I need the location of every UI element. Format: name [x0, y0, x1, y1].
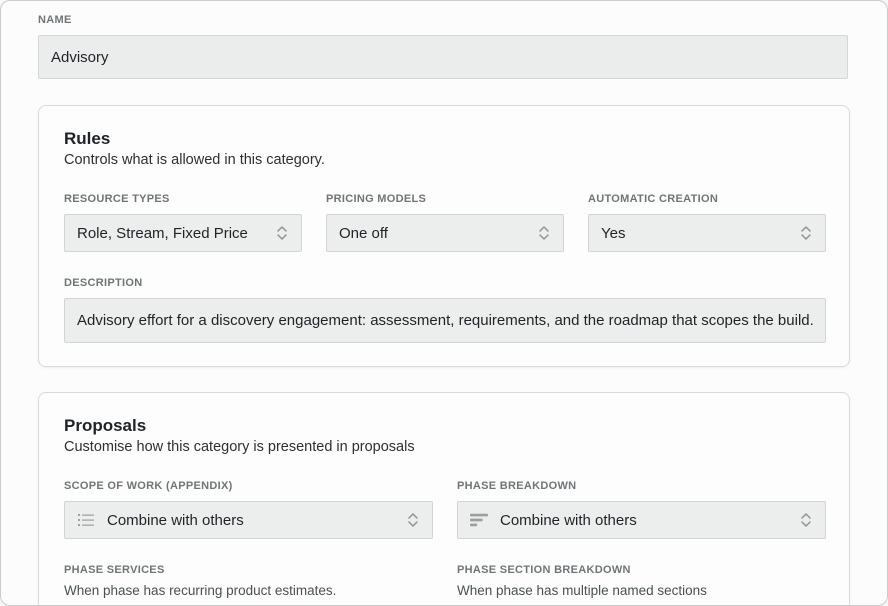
chevron-updown-icon [408, 513, 418, 527]
scope-of-work-select[interactable]: Combine with others [64, 501, 433, 539]
pricing-models-select[interactable]: One off [326, 214, 564, 252]
phase-section-breakdown-help: When phase has multiple named sections [457, 583, 707, 598]
chevron-updown-icon [801, 226, 811, 240]
rules-title: Rules [64, 129, 111, 148]
automatic-creation-select[interactable]: Yes [588, 214, 826, 252]
pricing-models-label: PRICING MODELS [326, 193, 427, 205]
description-label: DESCRIPTION [64, 277, 143, 289]
phase-section-breakdown-label: PHASE SECTION BREAKDOWN [457, 564, 631, 576]
chevron-updown-icon [277, 226, 287, 240]
phase-breakdown-label: PHASE BREAKDOWN [457, 480, 577, 492]
rules-card: Rules Controls what is allowed in this c… [38, 105, 850, 367]
scope-of-work-value: Combine with others [107, 511, 244, 529]
list-icon [78, 514, 94, 526]
chevron-updown-icon [801, 513, 811, 527]
description-input[interactable]: Advisory effort for a discovery engageme… [64, 298, 826, 343]
name-input[interactable]: Advisory [38, 35, 848, 79]
proposals-subtitle: Customise how this category is presented… [64, 439, 415, 455]
proposals-card: Proposals Customise how this category is… [38, 392, 850, 605]
bars-icon [470, 513, 488, 527]
phase-services-label: PHASE SERVICES [64, 564, 165, 576]
phase-breakdown-select[interactable]: Combine with others [457, 501, 826, 539]
proposals-title: Proposals [64, 416, 147, 435]
phase-services-help: When phase has recurring product estimat… [64, 583, 337, 598]
phase-breakdown-value: Combine with others [500, 511, 637, 529]
resource-types-select[interactable]: Role, Stream, Fixed Price [64, 214, 302, 252]
resource-types-label: RESOURCE TYPES [64, 193, 170, 205]
automatic-creation-value: Yes [601, 224, 626, 242]
settings-panel: NAME Advisory Rules Controls what is all… [0, 0, 888, 606]
pricing-models-value: One off [339, 224, 388, 242]
rules-subtitle: Controls what is allowed in this categor… [64, 152, 325, 168]
automatic-creation-label: AUTOMATIC CREATION [588, 193, 719, 205]
chevron-updown-icon [539, 226, 549, 240]
name-label: NAME [38, 14, 72, 26]
scope-of-work-label: SCOPE OF WORK (APPENDIX) [64, 480, 233, 492]
resource-types-value: Role, Stream, Fixed Price [77, 224, 248, 242]
